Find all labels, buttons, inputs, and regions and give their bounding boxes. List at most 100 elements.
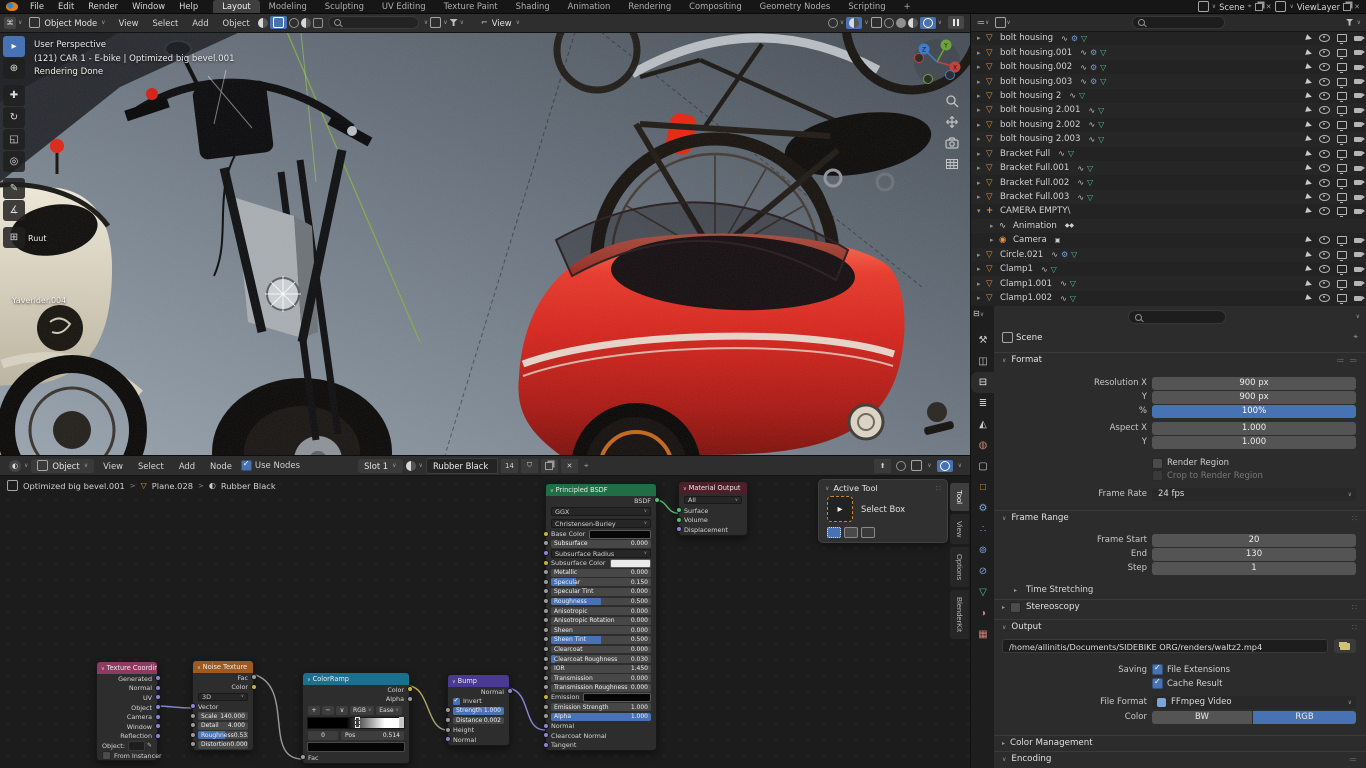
disable-render-camera-icon[interactable] xyxy=(1354,195,1362,200)
outliner-row[interactable]: ▸ Clamp1.002 ∿ ⚙ ▽ xyxy=(971,291,1366,305)
output-socket[interactable] xyxy=(155,723,161,729)
node-principled-bsdf[interactable]: ∨Principled BSDF BSDF GGX∨ Christensen-B… xyxy=(545,483,657,751)
sidebar-tab[interactable]: Options xyxy=(950,547,969,587)
aspect-y-field[interactable]: 1.000 xyxy=(1152,436,1356,449)
node-slider[interactable]: Scale140.000 xyxy=(198,712,248,720)
output-socket[interactable] xyxy=(251,684,257,690)
hide-viewport-eye-icon[interactable] xyxy=(1319,106,1330,114)
outliner-row[interactable]: ▸ Bracket Full.003 ∿ ⚙ ▽ xyxy=(971,190,1366,204)
properties-tab[interactable]: ≣ xyxy=(971,393,995,414)
object-name[interactable]: bolt housing 2 xyxy=(1000,91,1061,101)
target-dropdown[interactable]: All∨ xyxy=(684,496,742,505)
subsurface-radius-dropdown[interactable]: Subsurface Radius∨ xyxy=(551,549,651,558)
color-ramp-gradient[interactable] xyxy=(307,717,405,729)
xray-toggle-icon[interactable] xyxy=(871,17,882,28)
expand-arrow-icon[interactable]: ▸ xyxy=(990,236,999,244)
disable-render-camera-icon[interactable] xyxy=(1354,79,1362,84)
invert-checkbox[interactable] xyxy=(453,698,460,705)
properties-tab[interactable]: ∴ xyxy=(971,519,995,540)
disable-render-camera-icon[interactable] xyxy=(1354,296,1362,301)
workspace-tab[interactable]: Animation xyxy=(559,0,620,13)
selectable-toggle-icon[interactable] xyxy=(1305,136,1313,144)
output-path-field[interactable]: /home/allinitis/Documents/SIDEBIKE ORG/r… xyxy=(1002,639,1328,653)
disable-viewports-icon[interactable] xyxy=(1337,150,1347,158)
node-slider[interactable]: Strength1.000 xyxy=(453,707,504,715)
object-name[interactable]: bolt housing 2.003 xyxy=(1000,134,1080,144)
node-slider[interactable]: Distance0.002 xyxy=(453,717,504,725)
expand-arrow-icon[interactable]: ▾ xyxy=(977,207,986,215)
input-socket[interactable] xyxy=(190,732,196,738)
expand-arrow-icon[interactable]: ▸ xyxy=(977,135,986,143)
file-format-dropdown[interactable]: FFmpeg Video∨ xyxy=(1152,696,1356,709)
input-socket[interactable] xyxy=(543,531,549,537)
output-socket[interactable] xyxy=(155,714,161,720)
properties-tab[interactable]: ⊘ xyxy=(971,561,995,582)
disable-viewports-icon[interactable] xyxy=(1337,251,1347,259)
disable-viewports-icon[interactable] xyxy=(1337,265,1347,273)
outliner-row[interactable]: ▸ bolt housing.002 ∿ ⚙ ▽ xyxy=(971,60,1366,74)
disable-render-camera-icon[interactable] xyxy=(1354,281,1362,286)
input-socket[interactable] xyxy=(543,598,549,604)
topbar-menu[interactable]: Help xyxy=(172,0,205,13)
ramp-stop[interactable] xyxy=(399,717,404,728)
properties-options-caret[interactable]: ∨ xyxy=(1356,313,1360,320)
hide-viewport-eye-icon[interactable] xyxy=(1319,164,1330,172)
object-name[interactable]: Bracket Full.001 xyxy=(1000,163,1069,173)
stereoscopy-checkbox[interactable] xyxy=(1010,602,1021,613)
outliner-row[interactable]: ▸ Animation ◆◆ ∿ ⚙ ▽ xyxy=(971,219,1366,233)
disable-viewports-icon[interactable] xyxy=(1337,121,1347,129)
properties-tab[interactable]: ◭ xyxy=(971,414,995,435)
tool-button[interactable]: ◱ xyxy=(3,129,25,150)
selectable-toggle-icon[interactable] xyxy=(1305,121,1313,129)
object-name[interactable]: Clamp1.002 xyxy=(1000,293,1052,303)
global-orientation-icon[interactable] xyxy=(313,18,323,28)
properties-tab[interactable]: ◑ xyxy=(971,603,995,624)
input-socket[interactable] xyxy=(190,713,196,719)
expand-arrow-icon[interactable]: ▸ xyxy=(977,121,986,129)
editor-type-3d-viewport-icon[interactable]: ⌘ xyxy=(4,17,16,29)
disable-viewports-icon[interactable] xyxy=(1337,135,1347,143)
node-slider[interactable]: Emission Strength1.000 xyxy=(551,703,651,711)
color-management-panel-header[interactable]: ▸Color Management xyxy=(994,735,1366,750)
node-slider[interactable]: Distortion0.000 xyxy=(198,741,248,749)
pivot-point-icon[interactable] xyxy=(258,18,268,28)
properties-tab[interactable]: ▽ xyxy=(971,582,995,603)
hide-viewport-eye-icon[interactable] xyxy=(1319,135,1330,143)
node-slider[interactable]: Specular0.150 xyxy=(551,578,651,586)
workspace-tab[interactable]: Sculpting xyxy=(316,0,373,13)
tool-button[interactable]: ⊞ xyxy=(3,227,25,248)
subsurface-method-dropdown[interactable]: Christensen-Burley∨ xyxy=(551,519,651,528)
navigation-gizmo[interactable]: X Y Z xyxy=(912,37,962,87)
ramp-stop-active[interactable] xyxy=(355,717,360,728)
expand-arrow-icon[interactable]: ▸ xyxy=(977,193,986,201)
hide-viewport-eye-icon[interactable] xyxy=(1319,280,1330,288)
outliner-row[interactable]: ▸ bolt housing.003 ∿ ⚙ ▽ xyxy=(971,74,1366,88)
selectable-toggle-icon[interactable] xyxy=(1305,49,1313,57)
outliner-row[interactable]: ▸ bolt housing 2.001 ∿ ⚙ ▽ xyxy=(971,103,1366,117)
outliner-row[interactable]: ▸ bolt housing ∿ ⚙ ▽ xyxy=(971,31,1366,45)
outliner-row[interactable]: ▸ Circle.021 ∿ ⚙ ▽ xyxy=(971,248,1366,262)
expand-arrow-icon[interactable]: ▸ xyxy=(977,164,986,172)
tool-button[interactable]: ✚ xyxy=(3,85,25,106)
pin-id-icon[interactable]: ⌖ xyxy=(1353,332,1358,342)
tool-button[interactable]: ∡ xyxy=(3,200,25,221)
disable-viewports-icon[interactable] xyxy=(1337,78,1347,86)
selectable-toggle-icon[interactable] xyxy=(1305,34,1313,42)
view-layer-selector[interactable]: ∨ ViewLayer ✕ xyxy=(1275,1,1360,12)
select-box-tool-icon[interactable]: ▸ xyxy=(827,496,853,522)
input-socket[interactable] xyxy=(543,742,549,748)
output-socket[interactable] xyxy=(155,733,161,739)
disable-viewports-icon[interactable] xyxy=(1337,193,1347,201)
viewport-search-input[interactable] xyxy=(328,16,419,29)
node-slider[interactable]: Sheen0.000 xyxy=(551,626,651,634)
expand-arrow-icon[interactable]: ▸ xyxy=(977,251,986,259)
object-name[interactable]: CAMERA EMPTY\ xyxy=(1000,206,1070,216)
falloff-icon[interactable] xyxy=(301,18,311,28)
input-socket[interactable] xyxy=(190,703,196,709)
disable-viewports-icon[interactable] xyxy=(1337,164,1347,172)
material-user-count[interactable]: 14 xyxy=(501,459,518,473)
node-slider[interactable]: Subsurface0.000 xyxy=(551,540,651,548)
show-gizmo-icon[interactable] xyxy=(828,18,838,28)
unlink-material-icon[interactable]: ✕ xyxy=(561,459,578,473)
outliner-filter-icon[interactable] xyxy=(1346,19,1354,26)
